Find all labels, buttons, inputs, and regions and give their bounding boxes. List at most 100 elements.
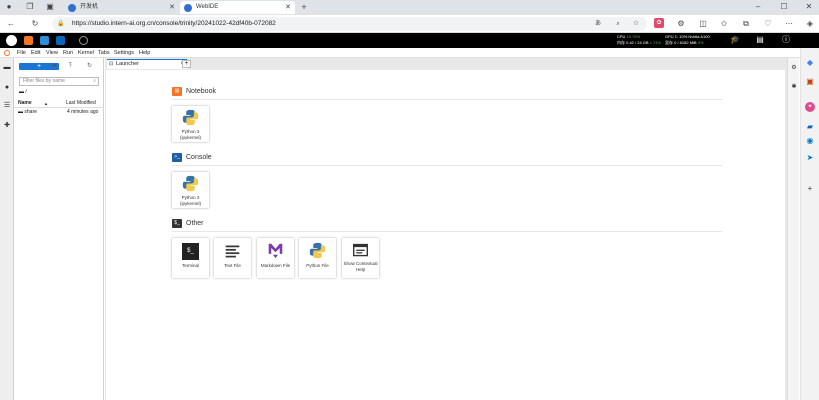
more-menu-icon[interactable]: ⋯ bbox=[783, 19, 795, 29]
debugger-icon[interactable]: ✱ bbox=[789, 82, 799, 92]
graduation-cap-icon[interactable]: 🎓 bbox=[729, 35, 741, 45]
refresh-icon[interactable]: ↻ bbox=[29, 19, 41, 29]
browser-essentials-icon[interactable]: ♡ bbox=[762, 19, 774, 29]
main-dock-area: ⊡ Launcher × + ▤ Notebook Python 3 (ipyk… bbox=[105, 58, 787, 400]
games-icon[interactable]: ▰ bbox=[805, 122, 815, 132]
cpu-value: 19.76% bbox=[626, 34, 641, 39]
launcher-card-contextual-help[interactable]: Show Contextual Help bbox=[342, 238, 379, 278]
mem-value: 0.42 / 24 GB bbox=[626, 39, 649, 45]
folder-icon: ▬ bbox=[18, 109, 23, 115]
extension-icon[interactable]: ✿ bbox=[654, 18, 664, 28]
refresh-files-icon[interactable]: ↻ bbox=[87, 62, 92, 70]
collections-icon[interactable]: ❐ bbox=[24, 2, 36, 12]
minimize-button[interactable]: – bbox=[752, 2, 764, 12]
card-label: Markdown File bbox=[260, 263, 291, 268]
property-inspector-icon[interactable]: ⚙ bbox=[789, 63, 799, 73]
browser-tab-webide[interactable]: WebIDE ✕ bbox=[180, 1, 295, 14]
running-kernels-icon[interactable]: ● bbox=[2, 83, 12, 93]
favorites-icon[interactable]: ✩ bbox=[718, 19, 730, 29]
menu-edit[interactable]: Edit bbox=[31, 48, 40, 58]
tab-actions-icon[interactable]: ▣ bbox=[44, 2, 56, 12]
settings-circle-icon[interactable] bbox=[79, 36, 88, 45]
resource-stats-cpu: CPU 19.76% 内存 0.42 / 24 GB 1.74% bbox=[617, 34, 661, 45]
launcher-card-terminal[interactable]: $_ Terminal bbox=[172, 238, 209, 278]
menu-kernel[interactable]: Kernel bbox=[78, 48, 94, 58]
tag-icon[interactable]: ◆ bbox=[805, 58, 815, 68]
favorite-star-icon[interactable]: ☆ bbox=[630, 19, 642, 29]
message-icon[interactable]: ▤ bbox=[754, 35, 766, 45]
vscode-icon[interactable] bbox=[56, 36, 65, 45]
notebook-section-icon: ▤ bbox=[172, 87, 182, 96]
file-browser: + ▰ ⤒ ↻ Filter files by name ⌕ ▬ / Name … bbox=[14, 58, 104, 400]
maximize-button[interactable]: ☐ bbox=[778, 2, 790, 12]
url-field[interactable]: 🔒 https://studio.intern-ai.org.cn/consol… bbox=[52, 17, 647, 31]
search-icon: ⌕ bbox=[93, 78, 96, 84]
send-icon[interactable]: ➤ bbox=[805, 153, 815, 163]
profile-icon[interactable]: ● bbox=[3, 2, 15, 12]
add-tab-button[interactable]: + bbox=[182, 60, 191, 68]
section-title-other: Other bbox=[186, 220, 204, 227]
new-folder-icon[interactable]: ▰ bbox=[52, 62, 57, 70]
split-screen-icon[interactable]: ◫ bbox=[697, 19, 709, 29]
menu-settings[interactable]: Settings bbox=[114, 48, 134, 58]
breadcrumb[interactable]: ▬ / bbox=[19, 89, 27, 96]
lock-icon[interactable]: 🔒 bbox=[55, 19, 67, 29]
browser-sidebar: ◆ ▣ ✦ ▰ ◉ ➤ + bbox=[800, 48, 819, 400]
card-label: Python 3 (ipykernel) bbox=[179, 195, 201, 206]
launcher-card-notebook-python3[interactable]: Python 3 (ipykernel) bbox=[172, 106, 209, 142]
breadcrumb-path: / bbox=[25, 89, 27, 95]
column-last-modified[interactable]: Last Modified bbox=[66, 100, 96, 107]
left-sidebar-rail: ▬ ● ☰ ✚ bbox=[0, 58, 14, 400]
card-label: Text File bbox=[224, 263, 241, 268]
file-modified: 4 minutes ago bbox=[67, 109, 99, 115]
sort-ascending-icon[interactable]: ▲ bbox=[44, 100, 48, 107]
terminal-app-icon[interactable] bbox=[40, 36, 49, 45]
browser-tab-bar: ● ❐ ▣ 开发机 ✕ WebIDE ✕ + – ☐ ✕ bbox=[0, 0, 819, 15]
collections-icon[interactable]: ⧉ bbox=[740, 19, 752, 29]
launcher-card-python-file[interactable]: Python File bbox=[299, 238, 336, 278]
mem-pct: 1.74% bbox=[649, 39, 662, 45]
divider bbox=[172, 231, 722, 232]
outlook-icon[interactable]: ◉ bbox=[805, 136, 815, 146]
divider bbox=[172, 165, 722, 166]
close-tab-icon[interactable]: ✕ bbox=[169, 1, 175, 14]
jupyter-icon[interactable] bbox=[24, 36, 33, 45]
menu-view[interactable]: View bbox=[46, 48, 58, 58]
back-icon[interactable]: ← bbox=[5, 19, 17, 29]
menu-run[interactable]: Run bbox=[63, 48, 73, 58]
resource-stats-gpu: GPU 1: 10% Nvidia A100 显存 0 / 8182 MiB 0… bbox=[665, 34, 710, 45]
new-tab-button[interactable]: + bbox=[298, 2, 310, 12]
info-icon[interactable]: ⓘ bbox=[780, 35, 792, 45]
column-name[interactable]: Name bbox=[18, 100, 32, 106]
menu-tabs[interactable]: Tabs bbox=[98, 48, 110, 58]
add-sidebar-app-icon[interactable]: + bbox=[805, 184, 815, 194]
launcher-card-markdown-file[interactable]: Markdown File bbox=[257, 238, 294, 278]
browser-tab-devmachine[interactable]: 开发机 ✕ bbox=[64, 1, 179, 14]
extensions-icon[interactable]: ⚙ bbox=[675, 19, 687, 29]
menu-help[interactable]: Help bbox=[139, 48, 150, 58]
file-row-share[interactable]: ▬ share 4 minutes ago bbox=[18, 109, 102, 116]
launcher-card-text-file[interactable]: Text File bbox=[214, 238, 251, 278]
copilot-icon[interactable]: ◈ bbox=[804, 19, 816, 29]
upload-icon[interactable]: ⤒ bbox=[69, 62, 72, 70]
menu-file[interactable]: File bbox=[17, 48, 26, 58]
extension-manager-icon[interactable]: ✚ bbox=[2, 121, 12, 131]
filter-files-input[interactable]: Filter files by name ⌕ bbox=[19, 77, 99, 86]
section-title-notebook: Notebook bbox=[186, 88, 216, 95]
table-of-contents-icon[interactable]: ☰ bbox=[2, 101, 12, 111]
launcher-card-console-python3[interactable]: Python 3 (ipykernel) bbox=[172, 172, 209, 208]
translate-icon[interactable]: あ bbox=[592, 19, 604, 29]
tools-icon[interactable]: ▣ bbox=[805, 77, 815, 87]
tab-launcher[interactable]: ⊡ Launcher × bbox=[107, 59, 187, 69]
python-logo-icon bbox=[182, 175, 199, 192]
launcher-tab-icon: ⊡ bbox=[109, 61, 114, 67]
copilot-sidebar-icon[interactable]: ✦ bbox=[805, 102, 815, 112]
folder-icon[interactable]: ▬ bbox=[2, 63, 12, 73]
close-window-button[interactable]: ✕ bbox=[803, 2, 815, 12]
card-label: Python 3 (ipykernel) bbox=[179, 129, 201, 140]
close-tab-icon[interactable]: ✕ bbox=[285, 1, 291, 14]
tab-launcher-label: Launcher bbox=[116, 61, 139, 67]
file-name: share bbox=[24, 109, 37, 115]
intern-logo-icon[interactable] bbox=[6, 35, 17, 46]
zoom-icon[interactable]: ⌕ bbox=[612, 19, 624, 29]
